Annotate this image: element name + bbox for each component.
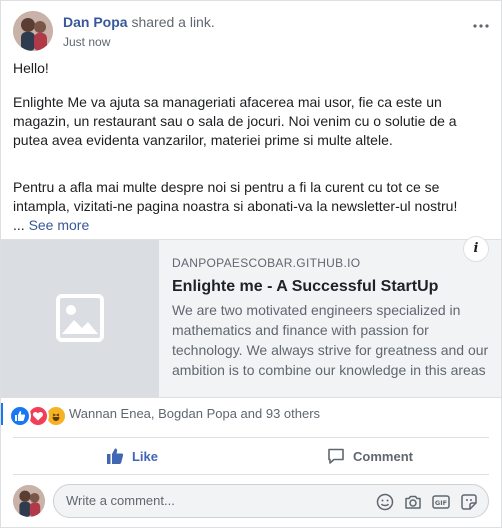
reactions-summary[interactable]: Wannan Enea, Bogdan Popa and 93 others <box>1 397 501 431</box>
svg-text:GIF: GIF <box>435 499 447 507</box>
composer-avatar[interactable] <box>13 485 45 517</box>
camera-icon[interactable] <box>404 493 422 511</box>
post-body: Hello! Enlighte Me va ajuta sa manageria… <box>13 59 489 235</box>
post-action-text: shared a link. <box>127 14 215 30</box>
like-label: Like <box>131 448 158 464</box>
like-button[interactable]: Like <box>13 438 251 474</box>
post-header: Dan Popa shared a link. Just now <box>13 11 489 51</box>
reactions-focus-bar <box>1 403 3 425</box>
composer-icons: GIF <box>376 493 478 511</box>
comment-input-wrapper: GIF <box>53 484 489 518</box>
comment-composer: GIF <box>13 484 489 518</box>
link-preview-info: DANPOPAESCOBAR.GITHUB.IO Enlighte me - A… <box>172 256 490 380</box>
comment-button[interactable]: Comment <box>251 438 489 474</box>
like-reaction-icon <box>9 405 31 427</box>
more-horizontal-icon[interactable] <box>473 15 489 33</box>
info-icon[interactable]: i <box>463 236 489 262</box>
post-paragraph-2: Pentru a afla mai multe despre noi si pe… <box>13 178 489 235</box>
post-paragraph-2-text: Pentru a afla mai multe despre noi si pe… <box>13 179 458 214</box>
link-title[interactable]: Enlighte me - A Successful StartUp <box>172 278 490 296</box>
comment-input[interactable] <box>66 493 346 508</box>
author-name[interactable]: Dan Popa <box>63 14 128 30</box>
post-greeting: Hello! <box>13 60 49 76</box>
post-card: Dan Popa shared a link. Just now Hello! … <box>0 0 502 528</box>
comment-bubble-icon <box>328 448 344 464</box>
see-more-link[interactable]: See more <box>29 217 90 233</box>
link-description: We are two motivated engineers specializ… <box>172 302 489 378</box>
post-paragraph-1: Enlighte Me va ajuta sa manageriati afac… <box>13 94 457 148</box>
sticker-icon[interactable] <box>460 493 478 511</box>
link-preview-image[interactable] <box>1 240 159 397</box>
author-avatar[interactable] <box>13 11 53 51</box>
link-domain: DANPOPAESCOBAR.GITHUB.IO <box>172 256 361 270</box>
emoji-icon[interactable] <box>376 493 394 511</box>
reactions-summary-text[interactable]: Wannan Enea, Bogdan Popa and 93 others <box>69 406 320 421</box>
post-timestamp[interactable]: Just now <box>63 35 110 49</box>
image-placeholder-icon <box>56 294 104 342</box>
thumbs-up-icon <box>106 448 124 464</box>
ellipsis: ... <box>13 217 29 233</box>
comment-label: Comment <box>353 448 413 464</box>
post-actions: Like Comment <box>13 437 489 475</box>
link-preview[interactable]: DANPOPAESCOBAR.GITHUB.IO Enlighte me - A… <box>1 236 501 398</box>
gif-icon[interactable]: GIF <box>432 493 450 511</box>
post-author-line: Dan Popa shared a link. <box>63 14 215 30</box>
